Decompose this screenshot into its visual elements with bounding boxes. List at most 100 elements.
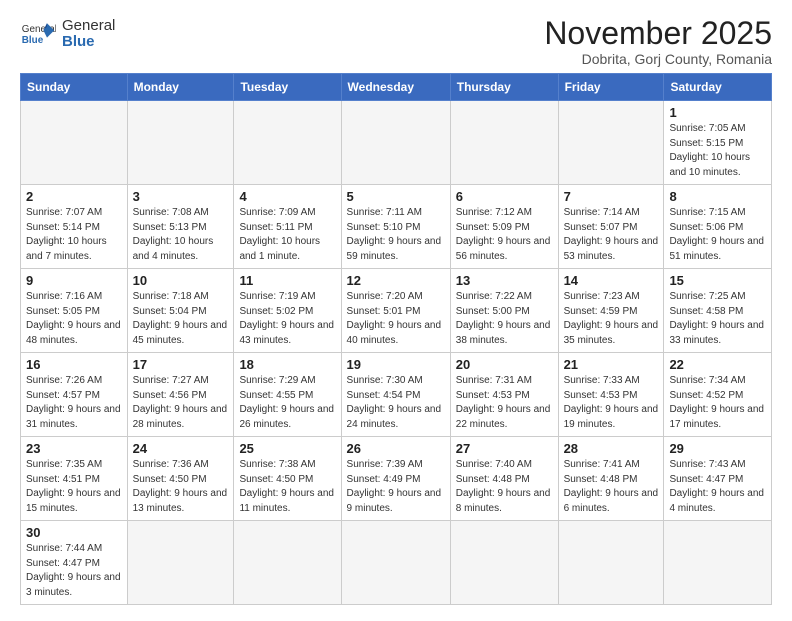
calendar-cell: 18 Sunrise: 7:29 AM Sunset: 4:55 PM Dayli…	[234, 353, 341, 437]
calendar-cell: 28 Sunrise: 7:41 AM Sunset: 4:48 PM Dayli…	[558, 437, 664, 521]
day-info: Sunrise: 7:15 AM Sunset: 5:06 PM Dayligh…	[669, 206, 766, 264]
weekday-header-thursday: Thursday	[450, 74, 558, 101]
location-subtitle: Dobrita, Gorj County, Romania	[544, 51, 772, 67]
day-number: 21	[564, 357, 659, 372]
calendar-cell	[341, 521, 450, 605]
day-info: Sunrise: 7:19 AM Sunset: 5:02 PM Dayligh…	[239, 290, 335, 348]
day-number: 28	[564, 441, 659, 456]
day-number: 22	[669, 357, 766, 372]
weekday-header-tuesday: Tuesday	[234, 74, 341, 101]
day-info: Sunrise: 7:08 AM Sunset: 5:13 PM Dayligh…	[133, 206, 229, 264]
day-number: 25	[239, 441, 335, 456]
calendar-week-row: 16Sunrise: 7:26 AM Sunset: 4:57 PM Dayli…	[21, 353, 772, 437]
day-number: 15	[669, 273, 766, 288]
day-number: 9	[26, 273, 122, 288]
day-number: 24	[133, 441, 229, 456]
calendar-cell: 24 Sunrise: 7:36 AM Sunset: 4:50 PM Dayli…	[127, 437, 234, 521]
weekday-header-monday: Monday	[127, 74, 234, 101]
day-info: Sunrise: 7:23 AM Sunset: 4:59 PM Dayligh…	[564, 290, 659, 348]
calendar-cell: 23Sunrise: 7:35 AM Sunset: 4:51 PM Dayli…	[21, 437, 128, 521]
day-info: Sunrise: 7:41 AM Sunset: 4:48 PM Dayligh…	[564, 458, 659, 516]
month-title: November 2025	[544, 16, 772, 51]
calendar-cell: 7 Sunrise: 7:14 AM Sunset: 5:07 PM Daylig…	[558, 185, 664, 269]
day-info: Sunrise: 7:26 AM Sunset: 4:57 PM Dayligh…	[26, 374, 122, 432]
day-info: Sunrise: 7:29 AM Sunset: 4:55 PM Dayligh…	[239, 374, 335, 432]
day-info: Sunrise: 7:25 AM Sunset: 4:58 PM Dayligh…	[669, 290, 766, 348]
calendar-cell: 16Sunrise: 7:26 AM Sunset: 4:57 PM Dayli…	[21, 353, 128, 437]
day-number: 23	[26, 441, 122, 456]
calendar-cell: 10 Sunrise: 7:18 AM Sunset: 5:04 PM Dayli…	[127, 269, 234, 353]
calendar-cell: 20 Sunrise: 7:31 AM Sunset: 4:53 PM Dayli…	[450, 353, 558, 437]
day-number: 30	[26, 525, 122, 540]
page: General Blue General Blue November 2025 …	[0, 0, 792, 621]
day-info: Sunrise: 7:39 AM Sunset: 4:49 PM Dayligh…	[347, 458, 445, 516]
day-number: 10	[133, 273, 229, 288]
day-info: Sunrise: 7:40 AM Sunset: 4:48 PM Dayligh…	[456, 458, 553, 516]
day-info: Sunrise: 7:31 AM Sunset: 4:53 PM Dayligh…	[456, 374, 553, 432]
day-number: 2	[26, 189, 122, 204]
day-number: 7	[564, 189, 659, 204]
calendar-cell: 25 Sunrise: 7:38 AM Sunset: 4:50 PM Dayli…	[234, 437, 341, 521]
day-info: Sunrise: 7:43 AM Sunset: 4:47 PM Dayligh…	[669, 458, 766, 516]
day-info: Sunrise: 7:12 AM Sunset: 5:09 PM Dayligh…	[456, 206, 553, 264]
day-info: Sunrise: 7:44 AM Sunset: 4:47 PM Dayligh…	[26, 542, 122, 600]
day-number: 27	[456, 441, 553, 456]
calendar-cell: 2Sunrise: 7:07 AM Sunset: 5:14 PM Daylig…	[21, 185, 128, 269]
calendar-cell: 30 Sunrise: 7:44 AM Sunset: 4:47 PM Dayli…	[21, 521, 128, 605]
weekday-header-wednesday: Wednesday	[341, 74, 450, 101]
calendar-cell: 6 Sunrise: 7:12 AM Sunset: 5:09 PM Daylig…	[450, 185, 558, 269]
day-info: Sunrise: 7:05 AM Sunset: 5:15 PM Dayligh…	[669, 122, 766, 180]
day-number: 11	[239, 273, 335, 288]
calendar-week-row: 30 Sunrise: 7:44 AM Sunset: 4:47 PM Dayli…	[21, 521, 772, 605]
logo-blue: Blue	[62, 34, 115, 51]
svg-text:Blue: Blue	[22, 35, 44, 46]
calendar-cell	[450, 101, 558, 185]
day-number: 20	[456, 357, 553, 372]
calendar-cell: 22 Sunrise: 7:34 AM Sunset: 4:52 PM Dayli…	[664, 353, 772, 437]
calendar-week-row: 23Sunrise: 7:35 AM Sunset: 4:51 PM Dayli…	[21, 437, 772, 521]
day-number: 26	[347, 441, 445, 456]
day-number: 6	[456, 189, 553, 204]
logo: General Blue General Blue	[20, 16, 115, 52]
calendar-cell: 27 Sunrise: 7:40 AM Sunset: 4:48 PM Dayli…	[450, 437, 558, 521]
day-info: Sunrise: 7:22 AM Sunset: 5:00 PM Dayligh…	[456, 290, 553, 348]
calendar-cell: 29 Sunrise: 7:43 AM Sunset: 4:47 PM Dayli…	[664, 437, 772, 521]
generalblue-logo-icon: General Blue	[20, 16, 56, 52]
day-number: 5	[347, 189, 445, 204]
day-info: Sunrise: 7:34 AM Sunset: 4:52 PM Dayligh…	[669, 374, 766, 432]
calendar-cell	[127, 521, 234, 605]
day-info: Sunrise: 7:38 AM Sunset: 4:50 PM Dayligh…	[239, 458, 335, 516]
calendar-cell	[450, 521, 558, 605]
day-info: Sunrise: 7:33 AM Sunset: 4:53 PM Dayligh…	[564, 374, 659, 432]
calendar-cell: 26 Sunrise: 7:39 AM Sunset: 4:49 PM Dayli…	[341, 437, 450, 521]
calendar-cell	[234, 521, 341, 605]
day-info: Sunrise: 7:14 AM Sunset: 5:07 PM Dayligh…	[564, 206, 659, 264]
calendar-cell: 12Sunrise: 7:20 AM Sunset: 5:01 PM Dayli…	[341, 269, 450, 353]
calendar-cell: 13 Sunrise: 7:22 AM Sunset: 5:00 PM Dayli…	[450, 269, 558, 353]
logo-general: General	[62, 18, 115, 35]
day-number: 17	[133, 357, 229, 372]
calendar-cell	[664, 521, 772, 605]
calendar-cell: 17Sunrise: 7:27 AM Sunset: 4:56 PM Dayli…	[127, 353, 234, 437]
day-number: 3	[133, 189, 229, 204]
calendar-cell: 14Sunrise: 7:23 AM Sunset: 4:59 PM Dayli…	[558, 269, 664, 353]
calendar-cell	[558, 521, 664, 605]
weekday-header-sunday: Sunday	[21, 74, 128, 101]
day-info: Sunrise: 7:18 AM Sunset: 5:04 PM Dayligh…	[133, 290, 229, 348]
day-info: Sunrise: 7:11 AM Sunset: 5:10 PM Dayligh…	[347, 206, 445, 264]
day-number: 1	[669, 105, 766, 120]
day-number: 29	[669, 441, 766, 456]
day-info: Sunrise: 7:36 AM Sunset: 4:50 PM Dayligh…	[133, 458, 229, 516]
weekday-header-saturday: Saturday	[664, 74, 772, 101]
day-number: 4	[239, 189, 335, 204]
calendar-cell: 8Sunrise: 7:15 AM Sunset: 5:06 PM Daylig…	[664, 185, 772, 269]
calendar-week-row: 9Sunrise: 7:16 AM Sunset: 5:05 PM Daylig…	[21, 269, 772, 353]
calendar-cell	[341, 101, 450, 185]
calendar-week-row: 2Sunrise: 7:07 AM Sunset: 5:14 PM Daylig…	[21, 185, 772, 269]
day-number: 18	[239, 357, 335, 372]
calendar-cell	[234, 101, 341, 185]
day-info: Sunrise: 7:20 AM Sunset: 5:01 PM Dayligh…	[347, 290, 445, 348]
day-number: 13	[456, 273, 553, 288]
day-number: 19	[347, 357, 445, 372]
calendar-cell	[21, 101, 128, 185]
